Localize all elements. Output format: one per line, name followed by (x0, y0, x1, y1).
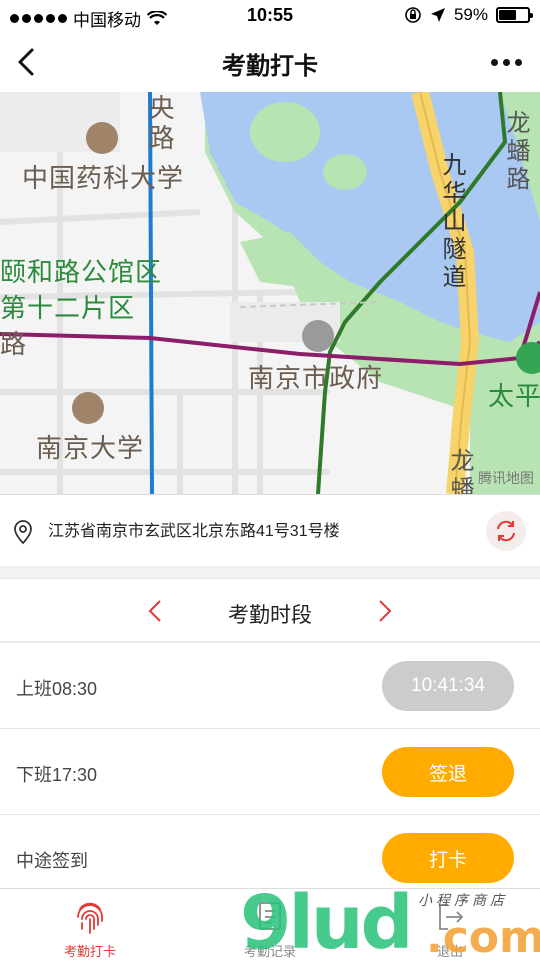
period-label: 考勤时段 (228, 604, 312, 627)
period-selector: 考勤时段 (0, 578, 540, 642)
map-label-longpan-road: 龙蟠路 (502, 110, 529, 194)
tab-exit[interactable]: 退出 (360, 889, 540, 960)
checkin-time-button[interactable]: 10:41:34 (382, 661, 514, 711)
battery-icon (496, 7, 533, 23)
map-label-twelfth-area: 第十二片区 (0, 293, 136, 323)
exit-icon (439, 904, 464, 930)
page-title: 考勤打卡 (222, 53, 318, 80)
map-label-road-yang: 央路 (145, 94, 175, 154)
map-label-road-lu: 路 (0, 329, 28, 359)
rotation-lock-icon (405, 7, 421, 23)
map-label-city-gov: 南京市政府 (248, 363, 384, 393)
chevron-right-icon (379, 600, 392, 622)
row-label: 中途签到 (16, 851, 88, 871)
punch-button[interactable]: 打卡 (382, 833, 514, 883)
status-right: 59% (404, 5, 533, 25)
university-icon (86, 122, 118, 154)
refresh-location-button[interactable] (486, 511, 526, 551)
tab-attendance-punch[interactable]: 考勤打卡 (0, 889, 180, 960)
fingerprint-icon (77, 902, 103, 934)
more-dot-icon (502, 58, 510, 66)
record-icon (259, 902, 281, 930)
address-text: 江苏省南京市玄武区北京东路41号31号楼 (48, 523, 340, 540)
refresh-icon (497, 520, 515, 542)
more-button[interactable] (486, 50, 526, 74)
map-label-long-bottom: 龙蟠 (446, 448, 473, 494)
battery-fill (499, 10, 516, 20)
next-period-button[interactable] (372, 597, 396, 625)
more-dot-icon (514, 58, 522, 66)
tab-label: 考勤记录 (243, 944, 296, 959)
row-label: 上班08:30 (16, 679, 98, 699)
park-icon (516, 342, 540, 374)
location-arrow-icon (430, 8, 445, 22)
attendance-row-checkin: 上班08:30 10:41:34 (0, 643, 540, 729)
tab-bar: 考勤打卡 考勤记录 退出 (0, 888, 540, 960)
tab-label: 退出 (436, 944, 463, 959)
tab-attendance-record[interactable]: 考勤记录 (180, 889, 360, 960)
battery-percent: 59% (453, 5, 488, 24)
map-label-jiuhua-tunnel: 九华山隧道 (438, 152, 465, 292)
government-icon (302, 320, 334, 352)
map-provider-logo: 腾讯地图 (478, 470, 534, 486)
nav-bar: 考勤打卡 (0, 32, 540, 92)
university-icon (72, 392, 104, 424)
address-bar: 江苏省南京市玄武区北京东路41号31号楼 (0, 494, 540, 566)
attendance-row-checkout: 下班17:30 签退 (0, 729, 540, 815)
map-label-pharma-univ: 中国药科大学 (22, 163, 185, 193)
tab-label: 考勤打卡 (63, 944, 116, 959)
map-label-nanjing-univ: 南京大学 (36, 433, 145, 463)
map-label-taiping: 太平 (488, 381, 540, 411)
checkout-button[interactable]: 签退 (382, 747, 514, 797)
status-bar: 中国移动 10:55 59% (0, 0, 540, 32)
map-label-yihe-road: 颐和路公馆区 (0, 257, 163, 287)
map-view[interactable]: 央路 中国药科大学 颐和路公馆区 第十二片区 路 南京市政府 南京大学 九华山隧… (0, 92, 540, 494)
more-dot-icon (490, 58, 498, 66)
row-label: 下班17:30 (16, 765, 98, 785)
location-pin-icon (14, 520, 32, 545)
